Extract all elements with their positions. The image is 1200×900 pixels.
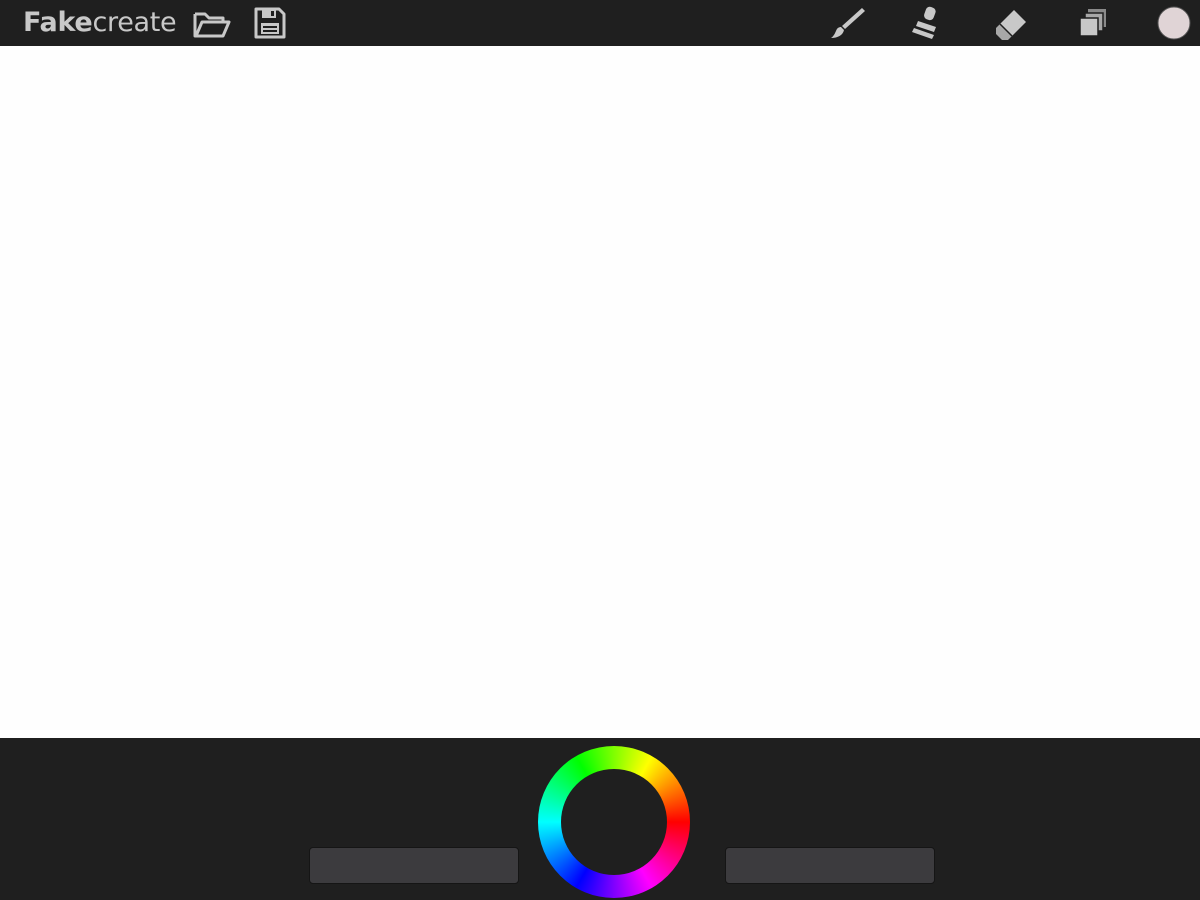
eraser-icon [996,10,1026,40]
brush-tool-button[interactable] [825,0,869,46]
layers-button[interactable] [1072,0,1112,46]
layers-icon [1079,9,1106,37]
smudge-icon [912,6,936,39]
folder-open-icon [193,12,231,38]
opacity-slider[interactable] [725,847,935,884]
brush-icon [831,8,865,38]
color-swatch [1157,6,1191,40]
save-file-button[interactable] [251,0,289,46]
smudge-tool-button[interactable] [905,0,949,46]
color-swatch-fill [1157,6,1191,40]
bottom-panel [0,738,1200,900]
color-wheel[interactable] [538,746,690,898]
color-wheel-center [561,769,667,875]
logo-light-text: create [92,7,177,38]
app-window: Fakecreate [0,0,1200,900]
open-file-button[interactable] [190,0,234,46]
save-disk-icon [254,7,286,39]
logo-bold-text: Fake [23,7,93,38]
current-color-button[interactable] [1154,0,1194,46]
brush-size-slider[interactable] [309,847,519,884]
eraser-tool-button[interactable] [990,0,1034,46]
drawing-canvas[interactable] [0,46,1200,738]
app-logo: Fakecreate [23,7,177,39]
top-toolbar: Fakecreate [0,0,1200,46]
